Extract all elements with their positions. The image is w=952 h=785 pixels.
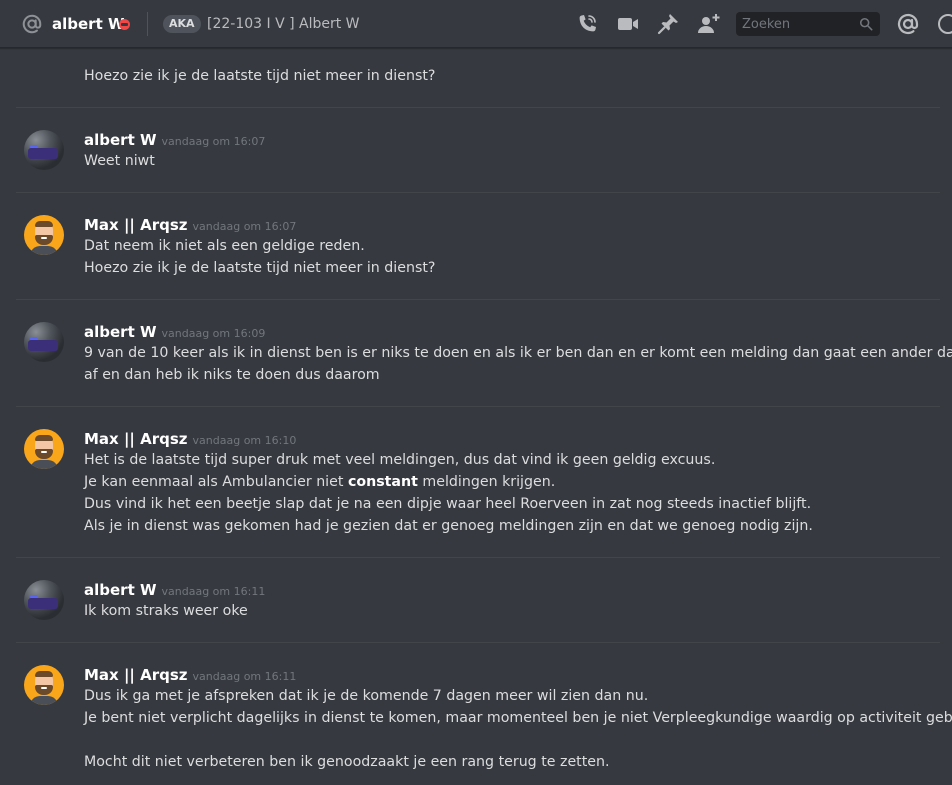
- message-divider: [16, 557, 940, 558]
- message-text: Je kan eenmaal als Ambulancier niet cons…: [84, 474, 556, 490]
- voice-call-icon[interactable]: [575, 12, 599, 36]
- message-divider: [16, 406, 940, 407]
- aka-nicknames: [22-103 I V ] Albert W: [207, 16, 360, 32]
- message-author[interactable]: albert Wvandaag om 16:07: [84, 130, 265, 152]
- dm-username: albert W: [52, 15, 125, 33]
- message-author[interactable]: Max || Arqsz vandaag om 16:07: [84, 215, 296, 237]
- message-timestamp: vandaag om 16:11: [192, 670, 297, 683]
- pinned-messages-icon[interactable]: [656, 12, 680, 36]
- message-divider: [16, 107, 940, 108]
- message-text: Dat neem ik niet als een geldige reden.: [84, 238, 365, 254]
- message-timestamp: vandaag om 16:07: [161, 135, 266, 148]
- message-text: Hoezo zie ik je de laatste tijd niet mee…: [84, 68, 436, 84]
- bold-text: constant: [347, 474, 418, 490]
- avatar[interactable]: [24, 215, 64, 255]
- message-text: Dus ik ga met je afspreken dat ik je de …: [84, 688, 649, 704]
- message-text: Het is de laatste tijd super druk met ve…: [84, 452, 716, 468]
- message-text: Ik kom straks weer oke: [84, 603, 248, 619]
- message-divider: [16, 642, 940, 643]
- search-input[interactable]: [736, 12, 856, 36]
- avatar[interactable]: [24, 580, 64, 620]
- video-call-icon[interactable]: [616, 12, 640, 36]
- message-author[interactable]: Max || Arqsz vandaag om 16:10: [84, 429, 296, 451]
- message-text: af en dan heb ik niks te doen dus daarom: [84, 367, 380, 383]
- avatar[interactable]: [24, 665, 64, 705]
- message-text: Hoezo zie ik je de laatste tijd niet mee…: [84, 260, 436, 276]
- message-author[interactable]: albert Wvandaag om 16:09: [84, 322, 265, 344]
- message-timestamp: vandaag om 16:10: [192, 434, 297, 447]
- message-author[interactable]: albert Wvandaag om 16:11: [84, 580, 265, 602]
- message-text: 9 van de 10 keer als ik in dienst ben is…: [84, 345, 952, 361]
- search-icon: [859, 17, 873, 31]
- message-author[interactable]: Max || Arqsz vandaag om 16:11: [84, 665, 296, 687]
- message-list[interactable]: Hoezo zie ik je de laatste tijd niet mee…: [0, 48, 952, 785]
- avatar[interactable]: [24, 130, 64, 170]
- message-divider: [16, 192, 940, 193]
- help-icon[interactable]: [936, 12, 952, 36]
- at-sign-icon: [22, 14, 42, 34]
- message-timestamp: vandaag om 16:09: [161, 327, 266, 340]
- mentions-icon[interactable]: [896, 12, 920, 36]
- message-text: Weet niwt: [84, 153, 155, 169]
- search-box[interactable]: [736, 12, 880, 36]
- avatar[interactable]: [24, 322, 64, 362]
- message-timestamp: vandaag om 16:11: [161, 585, 266, 598]
- message-text: Als je in dienst was gekomen had je gezi…: [84, 518, 813, 534]
- avatar[interactable]: [24, 429, 64, 469]
- message-text: Je bent niet verplicht dagelijks in dien…: [84, 710, 952, 726]
- aka-badge: AKA: [163, 15, 201, 33]
- channel-header: albert W AKA [22-103 I V ] Albert W: [0, 0, 952, 48]
- do-not-disturb-status-icon: [119, 19, 130, 30]
- message-divider: [16, 299, 940, 300]
- message-timestamp: vandaag om 16:07: [192, 220, 297, 233]
- message-text: Dus vind ik het een beetje slap dat je n…: [84, 496, 812, 512]
- header-divider: [147, 12, 148, 36]
- add-friends-to-dm-icon[interactable]: [697, 12, 721, 36]
- message-text: Mocht dit niet verbeteren ben ik genoodz…: [84, 754, 610, 770]
